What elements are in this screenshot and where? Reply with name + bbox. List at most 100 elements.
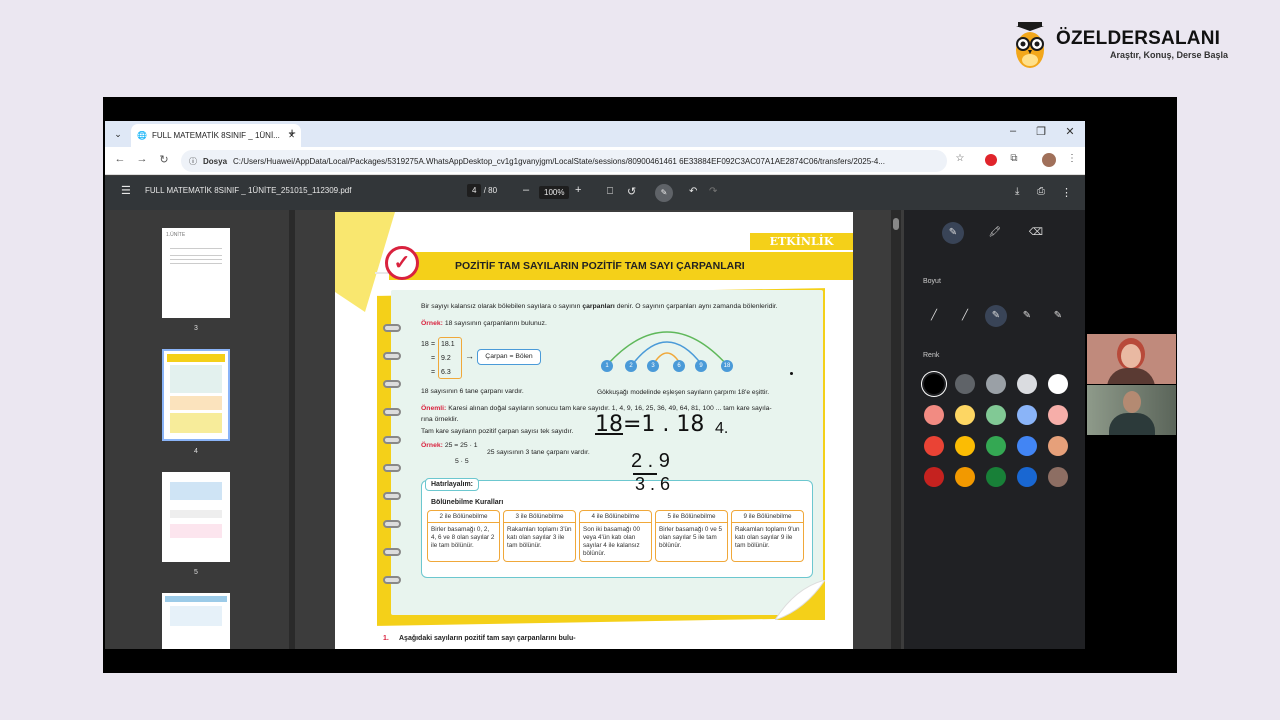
color-swatch[interactable] bbox=[1017, 467, 1037, 487]
intro-part: Bir sayıyı kalansız olarak bölebilen say… bbox=[421, 303, 583, 310]
color-swatch[interactable] bbox=[986, 405, 1006, 425]
color-swatch[interactable] bbox=[986, 467, 1006, 487]
browser-menu-icon[interactable]: ⋮ bbox=[1065, 153, 1079, 164]
tab-bar: ⌄ 🌐 FULL MATEMATİK 8SINIF _ 1ÜNİ... ✕ + … bbox=[105, 121, 1085, 147]
color-swatch[interactable] bbox=[924, 374, 944, 394]
url-field[interactable]: ⓘ Dosya C:/Users/Huawei/AppData/Local/Pa… bbox=[181, 150, 947, 172]
zoom-level[interactable]: 100% bbox=[539, 186, 570, 199]
rainbow-number: 6 bbox=[673, 360, 685, 372]
rule-body: Birler basamağı 0 ve 5 olan sayılar 5 il… bbox=[659, 526, 722, 549]
thumbnail-number: 3 bbox=[194, 325, 198, 332]
forward-button[interactable]: → bbox=[135, 153, 149, 165]
annotate-button[interactable]: ✎ bbox=[655, 184, 673, 202]
color-swatch[interactable] bbox=[1048, 467, 1068, 487]
color-swatch[interactable] bbox=[924, 467, 944, 487]
reload-button[interactable]: ↻ bbox=[157, 153, 171, 166]
zoom-in-button[interactable]: + bbox=[575, 184, 581, 196]
rule-card: 9 ile Bölünebilme Rakamları toplamı 9'un … bbox=[731, 510, 804, 562]
page-title: POZİTİF TAM SAYILARIN POZİTİF TAM SAYI Ç… bbox=[455, 260, 745, 272]
eraser-tool-button[interactable]: ⌫ bbox=[1025, 222, 1047, 244]
ornek2-equation-2: 5 · 5 bbox=[455, 458, 469, 465]
intro-text: Bir sayıyı kalansız olarak bölebilen say… bbox=[421, 303, 778, 310]
annotation-panel: ✎ 🖍 ⌫ Boyut ╱ ╱ ✎ ✎ ✎ Renk bbox=[904, 210, 1085, 649]
brand-tagline: Araştır, Konuş, Derse Başla bbox=[1110, 50, 1229, 60]
zoom-out-button[interactable]: – bbox=[523, 184, 529, 196]
binder-ring bbox=[383, 408, 401, 416]
pen-tool-button[interactable]: ✎ bbox=[942, 222, 964, 244]
size-option-4[interactable]: ✎ bbox=[1016, 305, 1038, 327]
color-swatch[interactable] bbox=[986, 436, 1006, 456]
color-swatch[interactable] bbox=[955, 374, 975, 394]
thumbnail-scrollbar[interactable] bbox=[289, 210, 295, 649]
close-window-button[interactable]: ✕ bbox=[1060, 125, 1080, 138]
fit-page-button[interactable]: ⎕ bbox=[607, 186, 613, 197]
color-swatch[interactable] bbox=[1048, 374, 1068, 394]
color-swatch[interactable] bbox=[955, 467, 975, 487]
globe-icon: 🌐 bbox=[137, 131, 147, 140]
color-swatch[interactable] bbox=[924, 405, 944, 425]
color-swatch[interactable] bbox=[1048, 405, 1068, 425]
color-swatch[interactable] bbox=[1017, 436, 1037, 456]
page-number-input[interactable]: 4 bbox=[467, 184, 482, 197]
page-indicator: 4 / 80 bbox=[467, 184, 498, 197]
highlighter-tool-button[interactable]: 🖍 bbox=[984, 222, 1006, 244]
eq-sign: = bbox=[431, 355, 436, 362]
arrow-icon: → bbox=[465, 351, 474, 361]
size-option-3[interactable]: ✎ bbox=[985, 305, 1007, 327]
rainbow-number: 2 bbox=[625, 360, 637, 372]
bookmark-star-icon[interactable]: ☆ bbox=[953, 153, 967, 164]
color-swatch[interactable] bbox=[955, 436, 975, 456]
size-option-2[interactable]: ╱ bbox=[954, 305, 976, 327]
thumbnail-number: 5 bbox=[194, 569, 198, 576]
undo-button[interactable]: ↶ bbox=[689, 186, 697, 197]
eq-sign: = bbox=[431, 369, 436, 376]
new-tab-button[interactable]: + bbox=[285, 125, 299, 140]
back-button[interactable]: ← bbox=[113, 153, 127, 165]
brand-logo: ÖZELDERSALANI Araştır, Konuş, Derse Başl… bbox=[1012, 18, 1242, 72]
maximize-button[interactable]: ❐ bbox=[1031, 125, 1051, 138]
color-swatch[interactable] bbox=[955, 405, 975, 425]
thumbnail-page-3[interactable]: 1.ÜNİTE bbox=[162, 228, 230, 318]
binder-ring bbox=[383, 576, 401, 584]
print-button[interactable]: ⎙ bbox=[1037, 186, 1045, 197]
color-swatch[interactable] bbox=[1017, 374, 1037, 394]
binder-ring bbox=[383, 464, 401, 472]
tab-search-button[interactable]: ⌄ bbox=[111, 127, 125, 141]
color-swatch[interactable] bbox=[924, 436, 944, 456]
rule-body: Rakamları toplamı 9'un katı olan sayılar… bbox=[735, 526, 800, 549]
opera-extension-icon[interactable] bbox=[985, 154, 997, 166]
minimize-button[interactable]: – bbox=[1003, 125, 1023, 137]
factor-pair: 18.1 bbox=[441, 341, 455, 348]
color-swatch[interactable] bbox=[1017, 405, 1037, 425]
sidebar-menu-button[interactable]: ☰ bbox=[121, 184, 131, 197]
more-actions-button[interactable]: ⋮ bbox=[1061, 186, 1072, 199]
question-text: Aşağıdaki sayıların pozitif tam sayı çar… bbox=[399, 635, 576, 642]
color-swatch[interactable] bbox=[1048, 436, 1068, 456]
rotate-button[interactable]: ↺ bbox=[627, 185, 636, 198]
checkmark-icon: ✓ bbox=[385, 246, 419, 280]
extensions-icon[interactable]: ⧉ bbox=[1007, 153, 1021, 164]
hatirlayalim-label: Hatırlayalım: bbox=[425, 478, 480, 491]
page-scrollbar[interactable] bbox=[891, 210, 901, 649]
thumbnail-page-6[interactable] bbox=[162, 593, 230, 649]
browser-tab[interactable]: 🌐 FULL MATEMATİK 8SINIF _ 1ÜNİ... ✕ bbox=[131, 124, 301, 147]
profile-avatar[interactable] bbox=[1042, 153, 1056, 167]
participant-video-2[interactable] bbox=[1087, 385, 1176, 435]
total-pages: 80 bbox=[488, 186, 498, 195]
factor-18: 18 bbox=[421, 341, 429, 348]
handwriting-line1: =1 . 18 bbox=[623, 412, 705, 437]
download-button[interactable]: ⤓ bbox=[1015, 186, 1019, 197]
eq-sign: = bbox=[431, 341, 436, 348]
site-info-icon[interactable]: ⓘ bbox=[189, 156, 197, 167]
thumbnail-page-4[interactable] bbox=[162, 349, 230, 441]
color-swatch[interactable] bbox=[986, 374, 1006, 394]
thumbnail-page-5[interactable] bbox=[162, 472, 230, 562]
size-option-1[interactable]: ╱ bbox=[923, 305, 945, 327]
url-text: C:/Users/Huawei/AppData/Local/Packages/5… bbox=[233, 156, 885, 166]
redo-button[interactable]: ↷ bbox=[709, 186, 717, 197]
rule-header: 5 ile Bölünebilme bbox=[656, 511, 727, 523]
binder-ring bbox=[383, 520, 401, 528]
size-option-5[interactable]: ✎ bbox=[1047, 305, 1069, 327]
rule-header: 9 ile Bölünebilme bbox=[732, 511, 803, 523]
participant-video-1[interactable] bbox=[1087, 334, 1176, 384]
